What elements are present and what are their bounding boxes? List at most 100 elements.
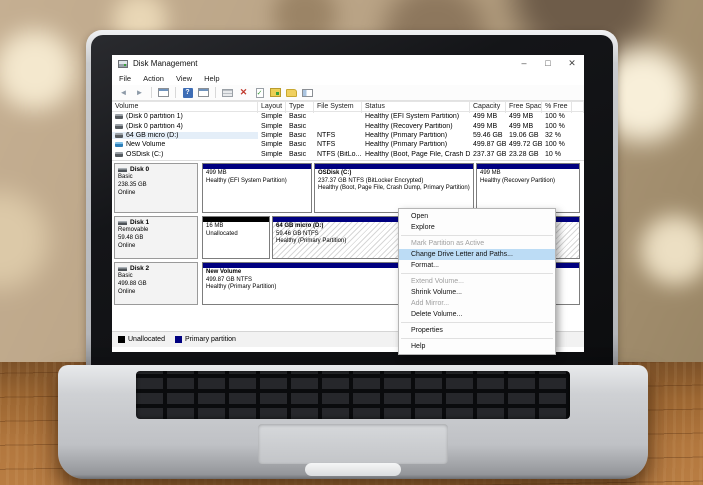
disk-type: Basic: [118, 174, 194, 182]
cell-free: 23.28 GB: [506, 151, 542, 158]
cell-status: Healthy (EFI System Partition): [362, 113, 470, 120]
menu-item-shrink-volume[interactable]: Shrink Volume...: [399, 287, 555, 298]
cell-type: Basic: [286, 113, 314, 120]
volume-name: 64 GB micro (D:): [126, 132, 179, 139]
check-document-icon[interactable]: ✓: [253, 86, 266, 99]
open-folder-icon[interactable]: [285, 86, 298, 99]
partition-osdisk[interactable]: OSDisk (C:) 237.37 GB NTFS (BitLocker En…: [314, 163, 474, 213]
menu-item-change-drive-letter[interactable]: Change Drive Letter and Paths...: [399, 249, 555, 260]
cell-pct: 100 %: [542, 123, 572, 130]
details-pane-icon[interactable]: [301, 86, 314, 99]
volume-list-header: Volume Layout Type File System Status Ca…: [112, 101, 584, 112]
cell-capacity: 59.46 GB: [470, 132, 506, 139]
column-header-free-space[interactable]: Free Space: [506, 102, 542, 113]
table-row[interactable]: OSDisk (C:) Simple Basic NTFS (BitLo... …: [112, 150, 584, 159]
volume-icon: [115, 133, 123, 138]
disk-size: 238.35 GB: [118, 182, 194, 190]
volume-name: New Volume: [126, 141, 165, 148]
menu-item-properties[interactable]: Properties: [399, 325, 555, 336]
console-window-icon[interactable]: [157, 86, 170, 99]
cell-type: Basic: [286, 123, 314, 130]
menu-separator: [401, 235, 553, 236]
disk-icon: [118, 168, 127, 172]
menu-help[interactable]: Help: [204, 74, 219, 83]
column-header-type[interactable]: Type: [286, 102, 314, 113]
context-menu: Open Explore Mark Partition as Active Ch…: [398, 208, 556, 355]
partition-status: Healthy (Boot, Page File, Crash Dump, Pr…: [318, 185, 470, 193]
menu-separator: [401, 273, 553, 274]
legend-label: Primary partition: [185, 336, 236, 343]
delete-volume-icon[interactable]: ✕: [237, 86, 250, 99]
help-icon[interactable]: ?: [181, 86, 194, 99]
disk-name: Disk 1: [130, 219, 149, 227]
partition-size: 499 MB: [206, 170, 308, 178]
cell-layout: Simple: [258, 141, 286, 148]
menu-file[interactable]: File: [119, 74, 131, 83]
minimize-button[interactable]: –: [512, 55, 536, 72]
legend-unallocated: Unallocated: [118, 336, 165, 343]
menu-item-open[interactable]: Open: [399, 211, 555, 222]
volume-name: (Disk 0 partition 4): [126, 123, 183, 130]
volume-icon: [115, 142, 123, 147]
cell-pct: 100 %: [542, 141, 572, 148]
table-row[interactable]: New Volume Simple Basic NTFS Healthy (Pr…: [112, 140, 584, 149]
disk-icon: [118, 221, 127, 225]
forward-icon[interactable]: ►: [133, 86, 146, 99]
menu-item-format[interactable]: Format...: [399, 260, 555, 271]
cell-type: Basic: [286, 141, 314, 148]
disk-name: Disk 0: [130, 166, 149, 174]
column-header-volume[interactable]: Volume: [112, 102, 258, 113]
cell-layout: Simple: [258, 132, 286, 139]
cell-capacity: 499 MB: [470, 123, 506, 130]
list-grid-icon[interactable]: [221, 86, 234, 99]
column-header-pct-free[interactable]: % Free: [542, 102, 572, 113]
column-header-file-system[interactable]: File System: [314, 102, 362, 113]
column-header-capacity[interactable]: Capacity: [470, 102, 506, 113]
disk1-label[interactable]: Disk 1 Removable 59.48 GB Online: [114, 216, 198, 259]
partition-unallocated[interactable]: 16 MB Unallocated: [202, 216, 270, 259]
disk-size: 499.88 GB: [118, 281, 194, 289]
show-window-icon[interactable]: [197, 86, 210, 99]
volume-icon: [115, 152, 123, 157]
cell-layout: Simple: [258, 151, 286, 158]
partition-recovery[interactable]: 499 MB Healthy (Recovery Partition): [476, 163, 580, 213]
partition-status: Healthy (Recovery Partition): [480, 178, 576, 186]
menu-view[interactable]: View: [176, 74, 192, 83]
cell-status: Healthy (Recovery Partition): [362, 123, 470, 130]
table-row[interactable]: (Disk 0 partition 1) Simple Basic Health…: [112, 112, 584, 121]
menu-action[interactable]: Action: [143, 74, 164, 83]
disk2-label[interactable]: Disk 2 Basic 499.88 GB Online: [114, 262, 198, 305]
menu-item-mark-partition-active: Mark Partition as Active: [399, 238, 555, 249]
column-header-status[interactable]: Status: [362, 102, 470, 113]
disk-management-window: Disk Management – □ ✕ File Action View H…: [112, 55, 584, 352]
new-volume-icon[interactable]: [269, 86, 282, 99]
cell-layout: Simple: [258, 123, 286, 130]
legend-primary-swatch: [175, 336, 182, 343]
close-button[interactable]: ✕: [560, 55, 584, 72]
toolbar-separator: [175, 87, 176, 98]
menu-item-help[interactable]: Help: [399, 341, 555, 352]
table-row[interactable]: (Disk 0 partition 4) Simple Basic Health…: [112, 121, 584, 130]
menu-separator: [401, 322, 553, 323]
disk-icon: [118, 267, 127, 271]
partition-size: 499 MB: [480, 170, 576, 178]
partition-efi[interactable]: 499 MB Healthy (EFI System Partition): [202, 163, 312, 213]
partition-size: 16 MB: [206, 223, 266, 231]
cell-type: Basic: [286, 132, 314, 139]
disk0-label[interactable]: Disk 0 Basic 238.35 GB Online: [114, 163, 198, 213]
laptop-base: [58, 365, 648, 479]
menu-item-add-mirror: Add Mirror...: [399, 298, 555, 309]
partition-status: Healthy (EFI System Partition): [206, 178, 308, 186]
menu-item-delete-volume[interactable]: Delete Volume...: [399, 309, 555, 320]
menu-item-extend-volume: Extend Volume...: [399, 276, 555, 287]
menu-item-explore[interactable]: Explore: [399, 222, 555, 233]
legend-primary-partition: Primary partition: [175, 336, 236, 343]
back-icon[interactable]: ◄: [117, 86, 130, 99]
column-header-layout[interactable]: Layout: [258, 102, 286, 113]
title-bar: Disk Management – □ ✕: [112, 55, 584, 72]
toolbar-separator: [215, 87, 216, 98]
legend-label: Unallocated: [128, 336, 165, 343]
table-row-selected[interactable]: 64 GB micro (D:) Simple Basic NTFS Healt…: [112, 131, 584, 140]
volume-list: Volume Layout Type File System Status Ca…: [112, 101, 584, 160]
maximize-button[interactable]: □: [536, 55, 560, 72]
